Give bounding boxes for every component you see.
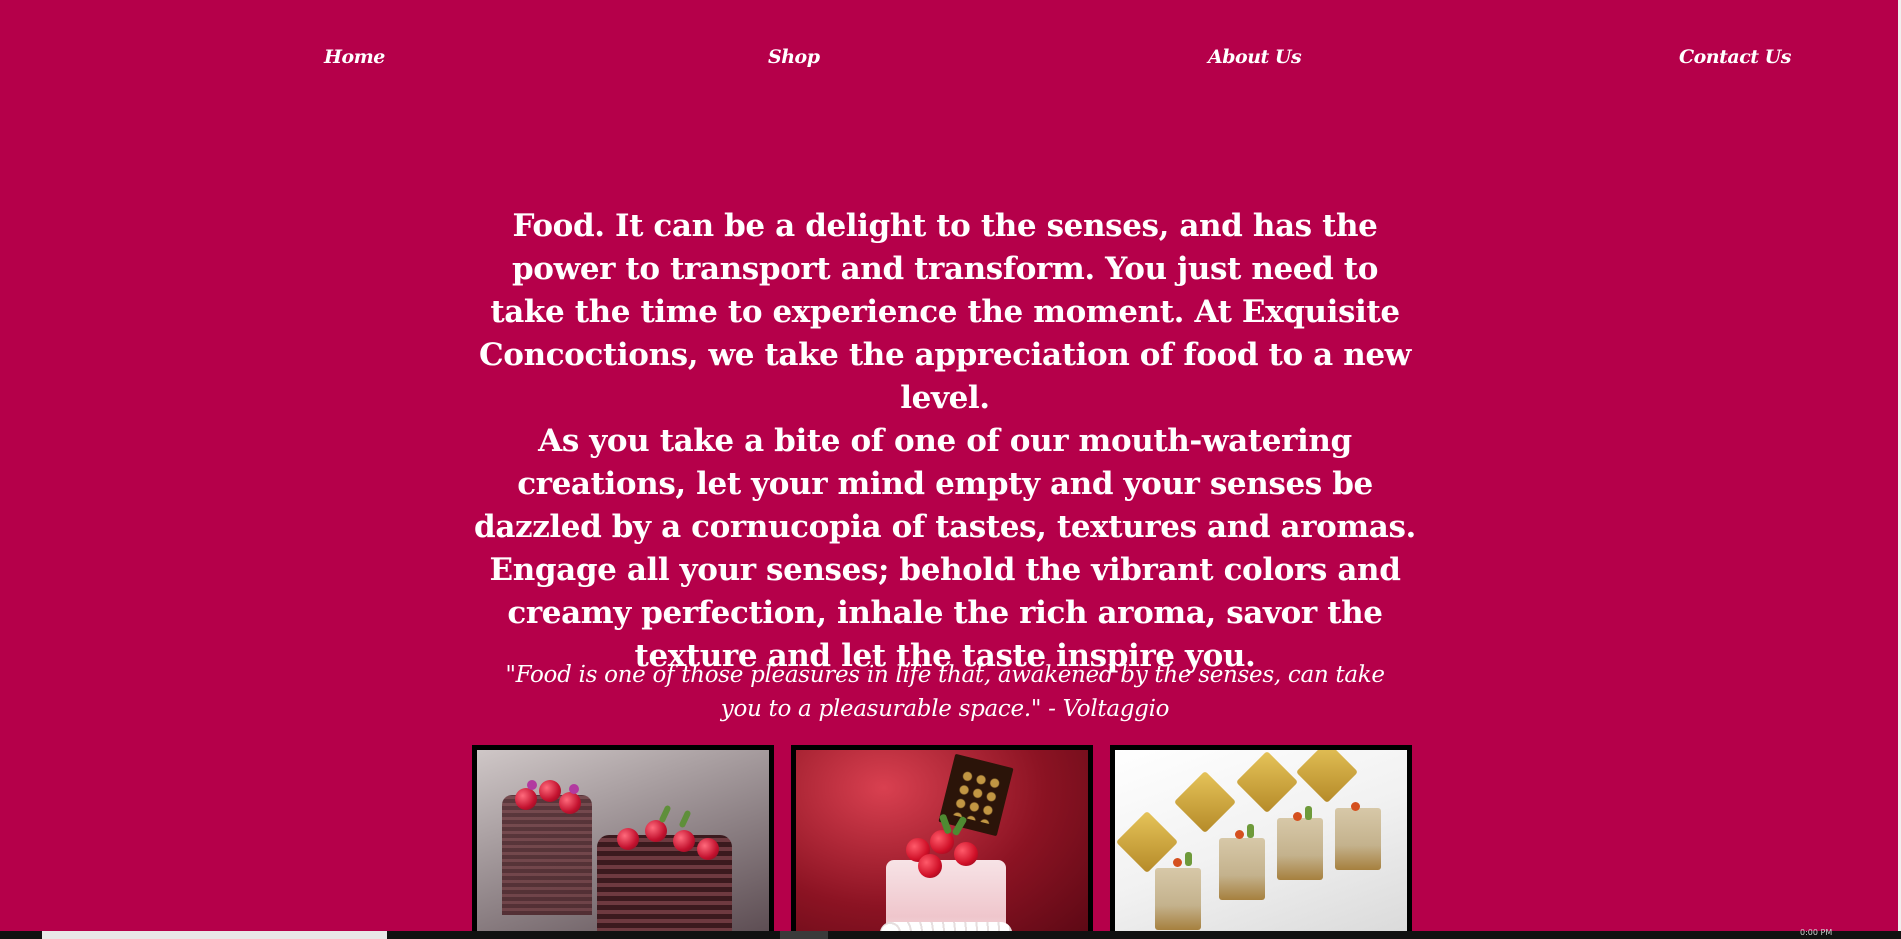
- nav-shop-link[interactable]: Shop: [768, 46, 820, 68]
- nav-contact-link[interactable]: Contact Us: [1679, 46, 1791, 68]
- intro-paragraph: Food. It can be a delight to the senses,…: [479, 208, 1411, 416]
- intro-text: Food. It can be a delight to the senses,…: [470, 205, 1420, 678]
- taskbar-search-box[interactable]: [42, 931, 387, 939]
- gallery-photo-mousse-cake: [791, 745, 1093, 931]
- quote: "Food is one of those pleasures in life …: [505, 662, 1385, 722]
- gallery-photo-chocolate-cups: [472, 745, 774, 931]
- taskbar: 0:00 PM: [0, 928, 1901, 939]
- intro-paragraph: As you take a bite of one of our mouth-w…: [474, 423, 1416, 545]
- gallery-photo-mousse-squares: [1110, 745, 1412, 931]
- taskbar-clock: 0:00 PM: [1800, 928, 1833, 937]
- page: Home Shop About Us Contact Us Food. It c…: [0, 0, 1898, 931]
- taskbar-app-button[interactable]: [780, 931, 828, 939]
- nav-about-link[interactable]: About Us: [1208, 46, 1302, 68]
- main-nav: Home Shop About Us Contact Us: [0, 0, 1898, 120]
- photo-gallery: [472, 745, 1420, 931]
- nav-home-link[interactable]: Home: [324, 46, 385, 68]
